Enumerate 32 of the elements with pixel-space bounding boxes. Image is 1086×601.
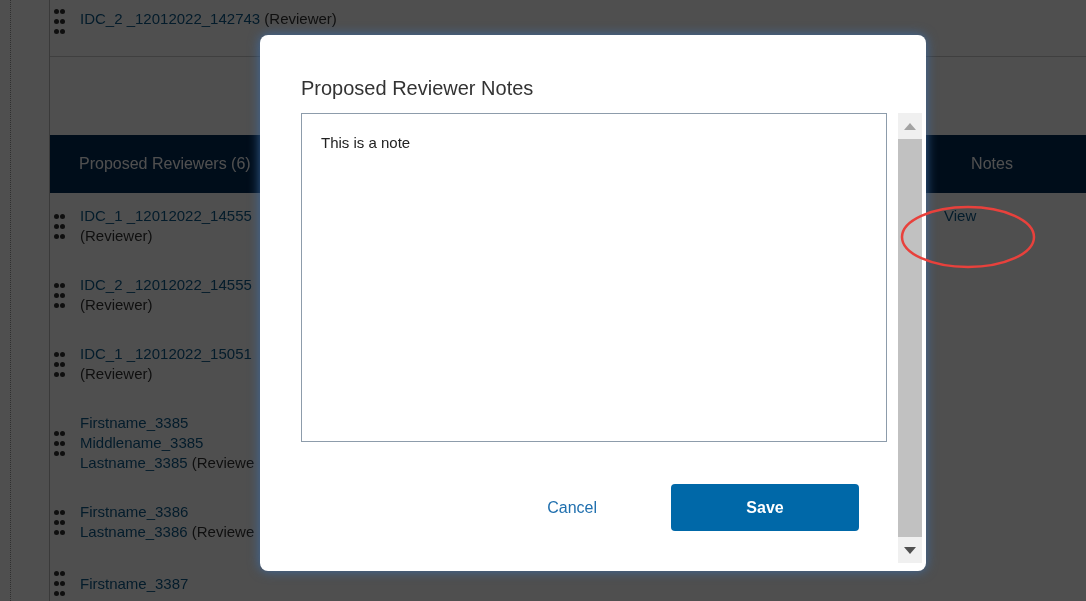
reviewer-link[interactable]: Firstname_3386: [80, 503, 189, 520]
column-header: Notes: [970, 154, 1014, 174]
reviewer-link[interactable]: Lastname_3386: [80, 523, 188, 540]
reviewer-link[interactable]: Lastname_3385: [80, 454, 188, 471]
view-link[interactable]: View: [944, 207, 977, 224]
reviewer-link[interactable]: IDC_1 _12012022_15051: [80, 345, 252, 362]
role-text: (Reviewer): [80, 227, 153, 244]
dialog-title: Proposed Reviewer Notes: [301, 76, 535, 101]
role-text: (Reviewe: [191, 523, 255, 540]
drag-handle-icon[interactable]: [54, 282, 65, 308]
role-text: (Reviewe: [191, 454, 255, 471]
cancel-button[interactable]: Cancel: [535, 489, 609, 526]
reviewer-link[interactable]: IDC_2 _12012022_14555: [80, 276, 252, 293]
reviewer-link[interactable]: Middlename_3385: [80, 434, 204, 451]
reviewer-link[interactable]: IDC_2 _12012022_142743: [80, 10, 261, 27]
scroll-up-icon[interactable]: [904, 122, 916, 130]
reviewer-link[interactable]: Firstname_3387: [80, 574, 189, 592]
save-button[interactable]: Save: [671, 484, 859, 531]
column-header: Proposed Reviewers (6): [78, 154, 252, 174]
drag-handle-icon[interactable]: [54, 430, 65, 456]
drag-handle-icon[interactable]: [54, 213, 65, 239]
scroll-down-icon[interactable]: [904, 546, 916, 554]
role-text: (Reviewer): [264, 10, 337, 27]
drag-handle-icon[interactable]: [54, 351, 65, 377]
role-text: (Reviewer): [80, 296, 153, 313]
role-text: (Reviewer): [80, 365, 153, 382]
reviewer-link[interactable]: IDC_1 _12012022_14555: [80, 207, 252, 224]
drag-handle-icon[interactable]: [54, 571, 65, 596]
drag-handle-icon[interactable]: [54, 509, 65, 535]
drag-handle-icon[interactable]: [54, 9, 65, 34]
notes-field[interactable]: This is a note: [301, 113, 887, 442]
reviewer-link[interactable]: Firstname_3385: [80, 414, 189, 431]
